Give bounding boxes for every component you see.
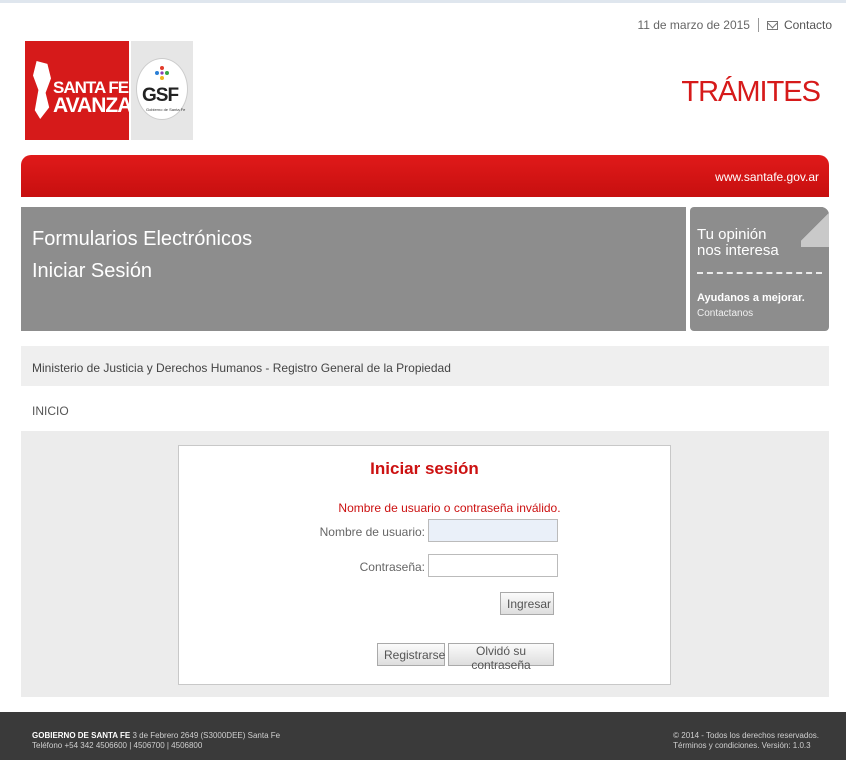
feedback-heading-line2: nos interesa: [697, 242, 779, 259]
banner-section-title: Formularios Electrónicos: [32, 228, 253, 250]
footer-legal-block: © 2014 - Todos los derechos reservados. …: [673, 731, 819, 751]
feedback-contact-link[interactable]: Contactanos: [697, 308, 753, 319]
login-button[interactable]: Ingresar: [500, 592, 554, 615]
password-label: Contraseña:: [359, 560, 425, 574]
divider: [757, 18, 759, 32]
register-button[interactable]: Registrarse: [377, 643, 445, 666]
content-area: Iniciar sesión Nombre de usuario o contr…: [21, 431, 829, 697]
username-field[interactable]: [428, 519, 558, 542]
feedback-card[interactable]: Tu opinión nos interesa Ayudanos a mejor…: [690, 207, 829, 331]
province-map-icon: [33, 61, 51, 119]
current-date: 11 de marzo de 2015: [637, 18, 750, 32]
gsf-logo[interactable]: GSF Gobierno de Santa Fe: [131, 41, 193, 140]
gsf-logo-subtitle: Gobierno de Santa Fe: [146, 107, 186, 112]
mail-icon[interactable]: [766, 20, 778, 30]
gsf-logo-text: GSF: [142, 85, 179, 106]
tramites-title: TRÁMITES: [681, 76, 821, 108]
ministry-name: Ministerio de Justicia y Derechos Humano…: [32, 361, 451, 375]
footer-address-block: GOBIERNO DE SANTA FE 3 de Febrero 2649 (…: [32, 731, 280, 751]
top-utility-bar: 11 de marzo de 2015 Contacto: [637, 18, 832, 32]
footer-address: 3 de Febrero 2649 (S3000DEE) Santa Fe: [130, 731, 281, 740]
footer: GOBIERNO DE SANTA FE 3 de Febrero 2649 (…: [0, 712, 846, 760]
colorful-dots-icon: [155, 66, 169, 80]
contact-link[interactable]: Contacto: [784, 18, 832, 32]
page-fold-icon: [801, 207, 829, 247]
dashed-divider: [697, 272, 822, 274]
login-error-message: Nombre de usuario o contraseña inválido.: [338, 501, 561, 515]
page-title: Iniciar Sesión: [32, 260, 153, 282]
login-title: Iniciar sesión: [370, 459, 479, 478]
footer-terms-link[interactable]: Términos y condiciones. Versión: 1.0.3: [673, 741, 810, 750]
login-form: Iniciar sesión Nombre de usuario o contr…: [178, 445, 671, 685]
forgot-password-button[interactable]: Olvidó su contraseña: [448, 643, 554, 672]
feedback-heading-line1: Tu opinión: [697, 226, 767, 243]
feedback-cta: Ayudanos a mejorar.: [697, 292, 805, 304]
page-title-banner: Formularios Electrónicos Iniciar Sesión: [21, 207, 686, 331]
footer-org-name: GOBIERNO DE SANTA FE: [32, 731, 131, 740]
username-label: Nombre de usuario:: [319, 525, 425, 539]
santa-fe-avanza-logo[interactable]: SANTA FE AVANZA: [25, 41, 132, 140]
breadcrumb-current: INICIO: [32, 404, 69, 418]
ministry-bar: Ministerio de Justicia y Derechos Humano…: [21, 346, 829, 386]
password-field[interactable]: [428, 554, 558, 577]
website-link[interactable]: www.santafe.gov.ar: [715, 170, 819, 184]
logo-text-line2: AVANZA: [53, 94, 132, 117]
top-border: [0, 0, 846, 3]
red-header-bar: www.santafe.gov.ar: [21, 155, 829, 197]
footer-phone: Teléfono +54 342 4506600 | 4506700 | 450…: [32, 741, 203, 750]
footer-copyright: © 2014 - Todos los derechos reservados.: [673, 731, 819, 740]
